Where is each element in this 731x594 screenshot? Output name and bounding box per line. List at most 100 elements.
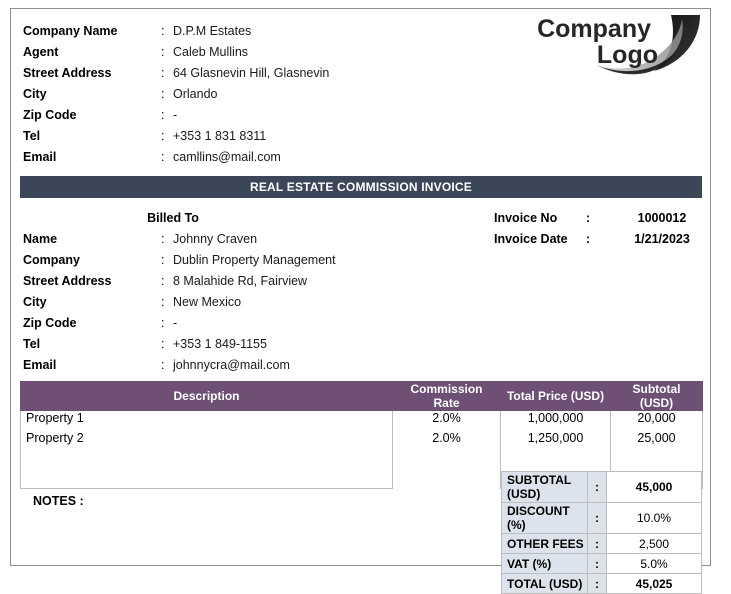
seller-row-zip-code: Zip Code : - [23,105,443,126]
meta-label-invoice-date: Invoice Date [494,232,568,246]
seller-label-tel: Tel [23,129,41,143]
buyer-value-email: johnnycra@mail.com [173,358,290,372]
column-header-description: Description [20,381,393,411]
buyer-row-tel: Tel : +353 1 849-1155 [23,334,443,355]
totals-value-other-fees: 2,500 [606,533,702,554]
buyer-colon-zip-code: : [161,316,165,330]
meta-label-invoice-no: Invoice No [494,211,558,225]
meta-row-invoice-date: Invoice Date : 1/21/2023 [494,229,724,250]
seller-value-company-name: D.P.M Estates [173,24,252,38]
buyer-value-tel: +353 1 849-1155 [173,337,267,351]
seller-row-agent: Agent : Caleb Mullins [23,42,443,63]
seller-label-zip-code: Zip Code [23,108,77,122]
seller-value-tel: +353 1 831 8311 [173,129,267,143]
seller-value-city: Orlando [173,87,218,101]
buyer-label-city: City [23,295,47,309]
seller-row-city: City : Orlando [23,84,443,105]
meta-row-invoice-no: Invoice No : 1000012 [494,208,724,229]
totals-value-vat: 5.0% [606,553,702,574]
seller-label-agent: Agent [23,45,59,59]
totals-colon-total: : [587,573,607,594]
seller-colon-email: : [161,150,165,164]
buyer-row-name: Name : Johnny Craven [23,229,443,250]
seller-label-email: Email [23,150,57,164]
logo-text-line1: Company [537,15,651,43]
buyer-value-street-address: 8 Malahide Rd, Fairview [173,274,308,288]
seller-label-city: City [23,87,47,101]
buyer-row-zip-code: Zip Code : - [23,313,443,334]
column-header-subtotal: Subtotal (USD) [610,381,703,411]
buyer-colon-email: : [161,358,165,372]
totals-label-subtotal: SUBTOTAL (USD) [501,471,588,503]
buyer-label-street-address: Street Address [23,274,112,288]
meta-colon-invoice-no: : [586,211,591,225]
buyer-label-tel: Tel [23,337,41,351]
company-logo: Company Logo [476,11,706,81]
buyer-label-name: Name [23,232,58,246]
totals-label-vat: VAT (%) [501,553,588,574]
seller-colon-company-name: : [161,24,165,38]
seller-value-street-address: 64 Glasnevin Hill, Glasnevin [173,66,330,80]
seller-value-agent: Caleb Mullins [173,45,249,59]
totals-value-total: 45,025 [606,573,702,594]
totals-row-total: TOTAL (USD) : 45,025 [501,573,702,594]
totals-value-subtotal: 45,000 [606,471,702,503]
buyer-value-city: New Mexico [173,295,242,309]
seller-row-company-name: Company Name : D.P.M Estates [23,21,443,42]
cell-commission-rate-empty [392,450,501,489]
seller-label-company-name: Company Name [23,24,118,38]
seller-colon-street-address: : [161,66,165,80]
totals-colon-discount: : [587,502,607,534]
buyer-row-street-address: Street Address : 8 Malahide Rd, Fairview [23,271,443,292]
invoice-title-bar: REAL ESTATE COMMISSION INVOICE [20,176,702,198]
column-header-commission-rate: Commission Rate [392,381,501,411]
buyer-value-zip-code: - [173,316,178,330]
cell-description-2: Property 2 [20,430,393,451]
invoice-meta-block: Invoice No : 1000012 Invoice Date : 1/21… [494,208,724,250]
cell-subtotal-1: 20,000 [610,410,703,431]
seller-row-tel: Tel : +353 1 831 8311 [23,126,443,147]
meta-colon-invoice-date: : [586,232,591,246]
meta-value-invoice-date: 1/21/2023 [634,232,690,246]
line-items-header-row: Description Commission Rate Total Price … [20,381,703,411]
cell-commission-rate-1: 2.0% [392,410,501,431]
buyer-colon-company: : [161,253,165,267]
seller-value-email: camllins@mail.com [173,150,281,164]
totals-row-discount: DISCOUNT (%) : 10.0% [501,502,702,534]
buyer-colon-street-address: : [161,274,165,288]
invoice-document: Company Logo Company Name : D.P.M Estate… [10,8,711,594]
meta-value-invoice-no: 1000012 [637,211,687,225]
totals-label-discount: DISCOUNT (%) [501,502,588,534]
logo-swoosh-icon: Company Logo [537,15,700,75]
cell-total-price-1: 1,000,000 [500,410,611,431]
cell-commission-rate-2: 2.0% [392,430,501,451]
totals-colon-vat: : [587,553,607,574]
seller-info-block: Company Name : D.P.M Estates Agent : Cal… [23,21,443,168]
buyer-label-email: Email [23,358,57,372]
cell-subtotal-2: 25,000 [610,430,703,451]
buyer-colon-city: : [161,295,165,309]
buyer-row-email: Email : johnnycra@mail.com [23,355,443,376]
cell-description-empty [20,450,393,489]
table-row: Property 1 2.0% 1,000,000 20,000 [20,410,703,431]
cell-total-price-2: 1,250,000 [500,430,611,451]
buyer-row-city: City : New Mexico [23,292,443,313]
buyer-row-company: Company : Dublin Property Management [23,250,443,271]
totals-table: SUBTOTAL (USD) : 45,000 DISCOUNT (%) : 1… [501,471,702,594]
seller-row-email: Email : camllins@mail.com [23,147,443,168]
buyer-value-name: Johnny Craven [173,232,258,246]
billed-to-heading: Billed To [147,211,199,225]
totals-label-other-fees: OTHER FEES [501,533,588,554]
buyer-label-zip-code: Zip Code [23,316,77,330]
seller-colon-city: : [161,87,165,101]
totals-label-total: TOTAL (USD) [501,573,588,594]
seller-row-street-address: Street Address : 64 Glasnevin Hill, Glas… [23,63,443,84]
totals-colon-subtotal: : [587,471,607,503]
column-header-total-price: Total Price (USD) [500,381,611,411]
seller-value-zip-code: - [173,108,178,122]
logo-text-line2: Logo [597,41,658,69]
buyer-colon-name: : [161,232,165,246]
invoice-title-text: REAL ESTATE COMMISSION INVOICE [249,180,473,194]
buyer-value-company: Dublin Property Management [173,253,336,267]
seller-colon-zip-code: : [161,108,165,122]
